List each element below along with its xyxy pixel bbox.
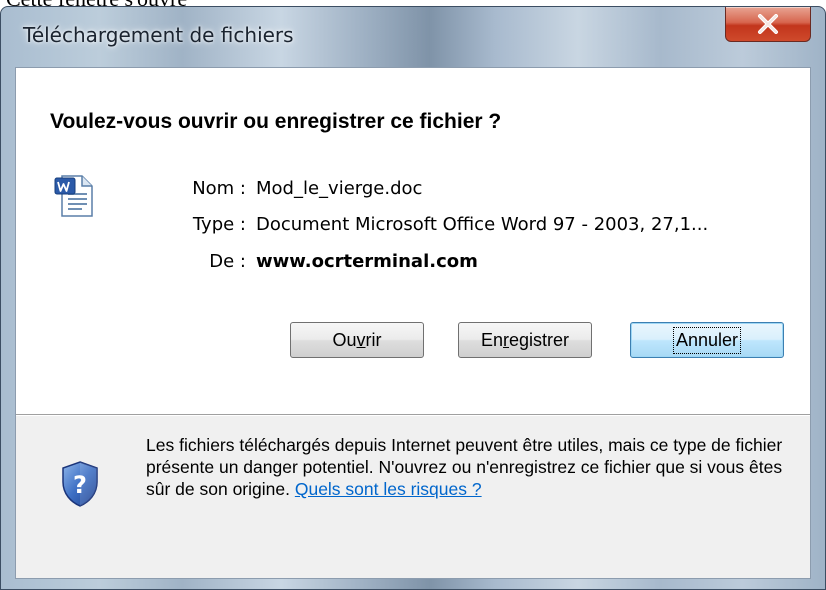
shield-question-icon: ? (62, 461, 98, 507)
save-button-label: Enregistrer (480, 329, 570, 350)
open-button[interactable]: Ouvrir (290, 322, 424, 358)
dialog-question: Voulez-vous ouvrir ou enregistrer ce fic… (50, 110, 502, 133)
dialog-main-panel: Voulez-vous ouvrir ou enregistrer ce fic… (16, 68, 810, 414)
dialog-client-area: Voulez-vous ouvrir ou enregistrer ce fic… (15, 67, 811, 579)
cancel-button[interactable]: Annuler (630, 322, 784, 358)
file-source-label: De : (209, 251, 246, 272)
cancel-button-label: Annuler (672, 326, 742, 354)
svg-text:?: ? (73, 471, 87, 499)
download-dialog-window: Téléchargement de fichiers Voulez-vous o… (0, 6, 826, 590)
file-type-label: Type : (192, 214, 246, 235)
title-bar[interactable]: Téléchargement de fichiers (1, 7, 825, 71)
file-name-value: Mod_le_vierge.doc (256, 178, 423, 199)
open-button-label: Ouvrir (332, 329, 382, 350)
file-name-label: Nom : (192, 178, 246, 199)
file-source-value: www.ocrterminal.com (256, 251, 478, 272)
window-title: Téléchargement de fichiers (23, 23, 294, 47)
security-warning-panel: ? Les fichiers téléchargés depuis Intern… (16, 416, 810, 578)
risks-link[interactable]: Quels sont les risques ? (295, 479, 482, 499)
security-warning-text: Les fichiers téléchargés depuis Internet… (146, 434, 786, 500)
close-icon (758, 14, 778, 34)
file-type-value: Document Microsoft Office Word 97 - 2003… (256, 214, 709, 235)
save-button[interactable]: Enregistrer (458, 322, 592, 358)
close-button[interactable] (725, 7, 811, 42)
